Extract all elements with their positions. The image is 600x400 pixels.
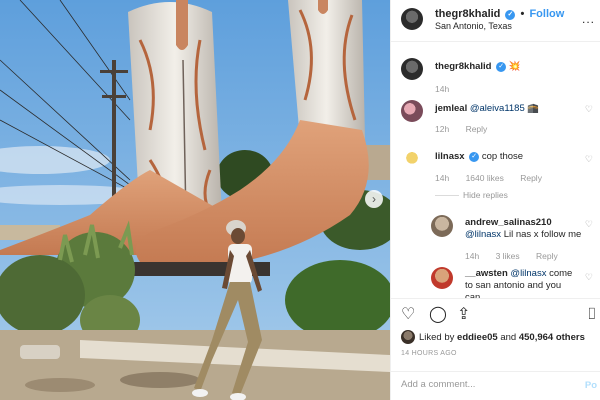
comment-username[interactable]: andrew_salinas210 (465, 217, 552, 228)
replies-divider (435, 195, 459, 196)
comment-avatar[interactable] (431, 215, 453, 237)
post-photo[interactable]: › (0, 0, 390, 400)
like-comment-heart-icon[interactable]: ♡ (585, 272, 593, 283)
author-avatar[interactable] (401, 8, 423, 30)
comment-meta: 12h Reply (435, 124, 501, 134)
liker-username[interactable]: eddiee05 (457, 332, 498, 343)
instagram-post: › thegr8khalid ✓ • Follow San Antonio, T… (0, 0, 600, 400)
comment-text: 💥 (508, 61, 521, 72)
author-line: thegr8khalid ✓ • Follow (435, 8, 564, 20)
post-sidebar: thegr8khalid ✓ • Follow San Antonio, Tex… (390, 0, 600, 400)
comment-item: andrew_salinas210 @lilnasx Lil nas x fol… (465, 217, 585, 241)
verified-badge-icon: ✓ (469, 152, 480, 162)
comment-mention[interactable]: @lilnasx (510, 268, 546, 279)
comment-bubble-icon[interactable]: ◯ (429, 307, 447, 323)
comment-meta: 14h 1640 likes Reply (435, 173, 556, 183)
reply-button[interactable]: Reply (466, 124, 488, 134)
photo-boots-scene (0, 0, 390, 400)
more-options-icon[interactable]: ... (582, 12, 595, 26)
comment-mention[interactable]: @lilnasx (465, 229, 501, 240)
comment-likes[interactable]: 1640 likes (466, 173, 504, 183)
comment-text: Lil nas x follow me (503, 229, 582, 240)
carousel-next-button[interactable]: › (365, 190, 383, 208)
comment-avatar[interactable] (401, 148, 423, 170)
comment-username[interactable]: thegr8khalid (435, 61, 492, 72)
comment-username[interactable]: jemleal (435, 103, 467, 114)
likes-joiner: and (500, 332, 517, 343)
comments-list[interactable]: thegr8khalid ✓ 💥 14h jemleal @aleiva1185… (391, 42, 600, 298)
author-username[interactable]: thegr8khalid (435, 8, 500, 20)
verified-badge-icon: ✓ (496, 62, 507, 72)
verified-badge-icon: ✓ (505, 10, 516, 20)
post-header: thegr8khalid ✓ • Follow San Antonio, Tex… (391, 0, 600, 42)
like-comment-heart-icon[interactable]: ♡ (585, 219, 593, 230)
separator-dot: • (520, 8, 525, 20)
comment-meta: 14h (435, 84, 463, 94)
like-comment-heart-icon[interactable]: ♡ (585, 154, 593, 165)
comment-time[interactable]: 14h (435, 173, 449, 183)
comment-avatar[interactable] (431, 267, 453, 289)
comment-time[interactable]: 12h (435, 124, 449, 134)
comment-username[interactable]: lilnasx (435, 151, 465, 162)
comment-item: __awsten @lilnasx come to san antonio an… (465, 268, 577, 298)
add-comment-bar: Po (391, 371, 600, 400)
comment-avatar[interactable] (401, 100, 423, 122)
likes-count[interactable]: 450,964 others (519, 332, 585, 343)
add-comment-input[interactable] (401, 379, 571, 390)
reply-button[interactable]: Reply (520, 173, 542, 183)
likes-summary: Liked by eddiee05 and 450,964 others (419, 332, 585, 343)
post-location[interactable]: San Antonio, Texas (435, 21, 512, 31)
comment-item: thegr8khalid ✓ 💥 (435, 61, 521, 72)
comment-time[interactable]: 14h (465, 251, 479, 261)
comment-text: 🕋 (527, 103, 540, 114)
post-actions: ♡ ◯ ⇪ ⌷ Liked by eddiee05 and 450,964 ot… (391, 298, 600, 400)
follow-button[interactable]: Follow (529, 8, 564, 20)
comment-text: cop those (481, 151, 524, 162)
like-heart-icon[interactable]: ♡ (401, 307, 415, 323)
likes-prefix: Liked by (419, 332, 455, 343)
comment-meta: 14h 3 likes Reply (465, 251, 572, 261)
post-comment-button[interactable]: Po (585, 380, 597, 391)
reply-button[interactable]: Reply (536, 251, 558, 261)
like-comment-heart-icon[interactable]: ♡ (585, 104, 593, 115)
comment-avatar[interactable] (401, 58, 423, 80)
comment-time[interactable]: 14h (435, 84, 449, 94)
share-icon[interactable]: ⇪ (457, 307, 470, 323)
comment-item: lilnasx ✓ cop those (435, 151, 523, 162)
comment-mention[interactable]: @aleiva1185 (470, 103, 525, 114)
hide-replies-button[interactable]: Hide replies (463, 190, 508, 200)
comment-item: jemleal @aleiva1185 🕋 (435, 103, 539, 114)
post-timestamp[interactable]: 14 HOURS AGO (401, 350, 457, 357)
comment-username[interactable]: __awsten (465, 268, 508, 279)
bookmark-icon[interactable]: ⌷ (587, 307, 597, 323)
liker-avatar[interactable] (401, 330, 415, 344)
comment-likes[interactable]: 3 likes (496, 251, 520, 261)
